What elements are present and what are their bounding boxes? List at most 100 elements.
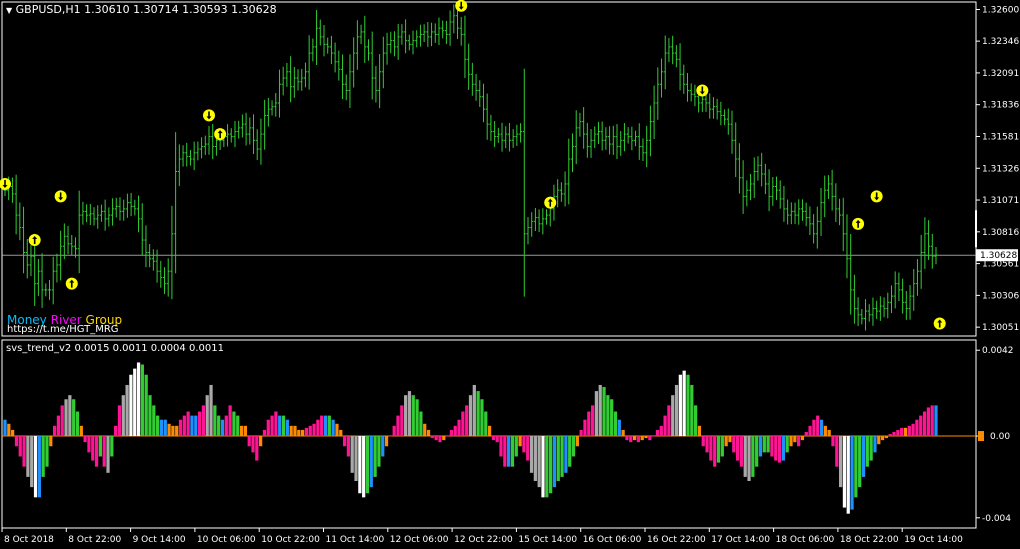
histogram-bar — [205, 395, 209, 437]
histogram-bar — [220, 419, 225, 437]
histogram-bar — [190, 415, 194, 437]
histogram-bar — [442, 436, 446, 441]
histogram-bar — [640, 436, 644, 441]
histogram-bar — [167, 423, 171, 437]
histogram-bar — [327, 415, 331, 437]
histogram-bar — [835, 436, 839, 467]
histogram-bar — [739, 436, 744, 467]
histogram-bar — [919, 415, 923, 437]
price-tick-label: 1.31581 — [982, 132, 1019, 142]
histogram-bar — [411, 395, 415, 437]
histogram-bar — [232, 411, 236, 437]
histogram-bar — [136, 362, 141, 437]
histogram-bar — [743, 436, 747, 477]
histogram-bar — [392, 425, 396, 437]
histogram-bar — [87, 436, 91, 453]
histogram-bar — [407, 391, 412, 437]
histogram-bar — [274, 411, 278, 437]
indicator-tick-label: 0.00 — [990, 432, 1010, 442]
indicator-title: svs_trend_v2 0.0015 0.0011 0.0004 0.0011 — [6, 343, 224, 354]
histogram-bar — [884, 436, 889, 439]
histogram-bar — [98, 436, 103, 457]
histogram-bar — [79, 425, 83, 437]
histogram-bar — [465, 405, 469, 437]
time-tick-label: 16 Oct 22:00 — [647, 535, 706, 545]
histogram-bar — [163, 419, 167, 437]
histogram-bar — [133, 368, 137, 437]
time-tick-label: 18 Oct 06:00 — [776, 535, 835, 545]
histogram-bar — [766, 436, 770, 453]
histogram-bar — [735, 436, 740, 461]
histogram-bar — [350, 436, 354, 473]
histogram-bar — [751, 436, 755, 477]
histogram-bar — [45, 436, 49, 467]
price-tick-label: 1.30051 — [982, 323, 1019, 333]
histogram-bar — [121, 395, 125, 437]
histogram-bar — [537, 436, 541, 488]
histogram-bar — [125, 384, 129, 437]
histogram-bar — [861, 436, 866, 477]
histogram-bar — [64, 399, 68, 437]
histogram-bar — [556, 436, 560, 481]
histogram-bar — [293, 425, 297, 437]
histogram-bar — [652, 436, 656, 437]
histogram-bar — [117, 405, 122, 437]
histogram-bar — [339, 429, 343, 437]
histogram-bar — [289, 425, 293, 437]
histogram-bar — [808, 425, 812, 437]
indicator-tick-label: -0.004 — [982, 514, 1011, 524]
histogram-bar — [587, 411, 591, 437]
histogram-bar — [705, 436, 709, 453]
trading-chart[interactable]: 1.32600 1.32346 1.32091 1.31836 1.31581 1.313… — [0, 0, 1020, 549]
time-tick-label: 10 Oct 22:00 — [261, 535, 320, 545]
histogram-bar — [152, 405, 156, 437]
signal-down-icon — [696, 84, 709, 97]
histogram-bar — [419, 411, 423, 437]
histogram-bar — [667, 405, 671, 437]
histogram-bar — [629, 436, 633, 443]
histogram-bar — [194, 415, 198, 437]
histogram-bar — [571, 436, 576, 457]
histogram-bar — [396, 415, 400, 437]
histogram-bar — [522, 436, 526, 453]
histogram-bar — [533, 436, 537, 481]
main-panel-title: ▼ GBPUSD,H1 1.30610 1.30714 1.30593 1.30… — [6, 3, 277, 16]
histogram-bar — [713, 436, 717, 467]
time-tick-label: 12 Oct 22:00 — [454, 535, 513, 545]
histogram-bar — [800, 436, 805, 441]
histogram-bar — [610, 399, 614, 437]
histogram-bar — [114, 425, 118, 437]
histogram-bar — [663, 415, 667, 437]
signal-up-icon — [28, 234, 41, 247]
indicator-tick-label: 0.0042 — [982, 346, 1014, 356]
histogram-bar — [197, 411, 202, 437]
histogram-bar — [625, 436, 629, 441]
histogram-bar — [144, 374, 148, 437]
histogram-bar — [732, 436, 736, 453]
histogram-bar — [18, 436, 22, 457]
histogram-bar — [819, 419, 824, 437]
histogram-bar — [907, 425, 911, 437]
histogram-bar — [384, 436, 389, 447]
histogram-bar — [911, 423, 915, 437]
histogram-bar — [842, 436, 847, 508]
histogram-bar — [175, 425, 179, 437]
histogram-bar — [110, 436, 114, 457]
brand-link[interactable]: https://t.me/HGT_MRG — [7, 324, 119, 335]
histogram-bar — [774, 436, 778, 461]
histogram-bar — [846, 436, 850, 514]
histogram-bar — [659, 425, 663, 437]
histogram-bar — [228, 405, 232, 437]
histogram-bar — [83, 436, 87, 443]
collapse-triangle-icon[interactable]: ▼ — [6, 6, 12, 15]
histogram-bar — [491, 436, 496, 441]
histogram-bar — [129, 374, 133, 437]
histogram-bar — [26, 436, 30, 477]
histogram-bar — [880, 436, 885, 441]
price-tick-label: 1.31836 — [982, 101, 1019, 111]
histogram-bar — [873, 436, 877, 453]
time-tick-label: 18 Oct 22:00 — [840, 535, 899, 545]
histogram-bar — [480, 399, 484, 437]
histogram-bar — [281, 415, 286, 437]
histogram-bar — [22, 436, 26, 467]
